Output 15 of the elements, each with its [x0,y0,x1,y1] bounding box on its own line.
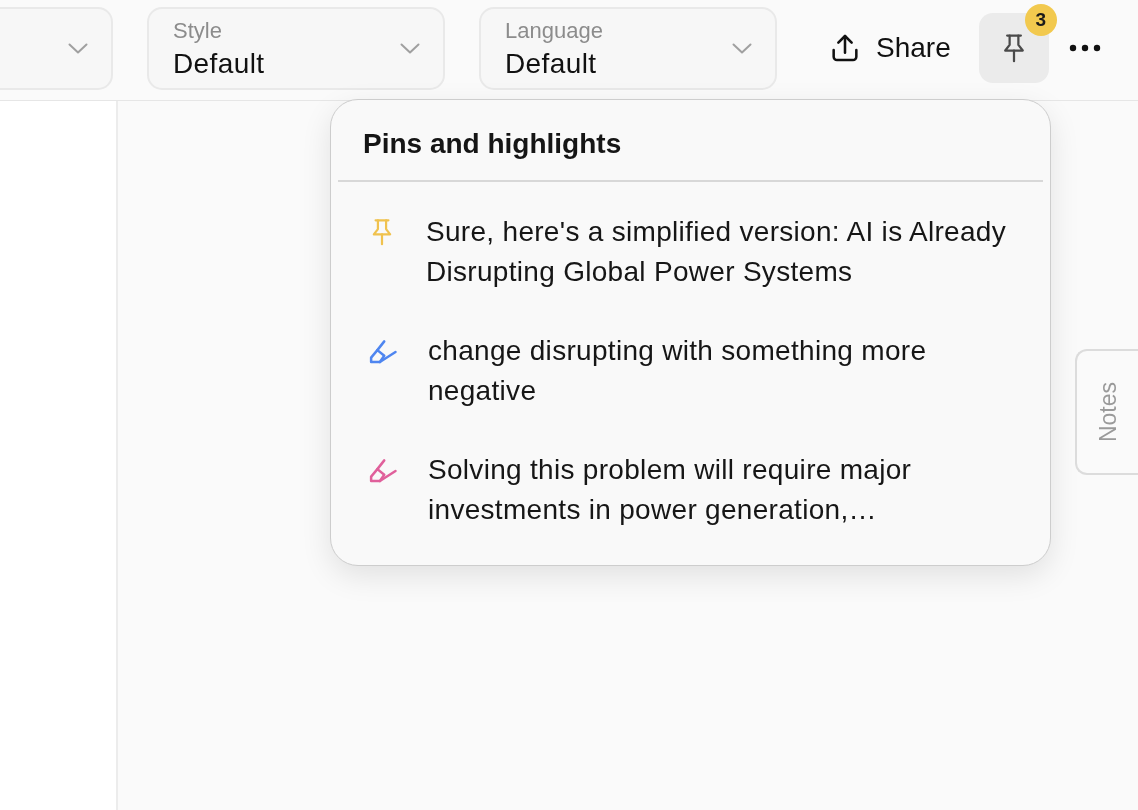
dropdown[interactable]: Style Default [147,7,445,90]
dropdown-label: Style [173,17,223,44]
chevron-down-icon [68,43,88,54]
share-icon [829,32,861,64]
more-icon [1068,44,1101,52]
popover-title: Pins and highlights [363,127,622,161]
highlight-item[interactable]: change disrupting with something more negative [368,331,1030,411]
dropdown[interactable]: Language Default [479,7,777,90]
count-badge: 3 [1024,4,1057,36]
dropdown-label: Language [505,17,603,44]
pinned-item[interactable]: Sure, here's a simplified version: AI is Already Disrupting Global Power Systems [368,212,1028,292]
chevron-down-icon [400,43,420,54]
highlight-item[interactable]: Solving this problem will require major investments in power generation,… [368,450,1030,530]
chevron-down-icon [732,43,752,54]
share-button[interactable]: Share [819,24,961,72]
